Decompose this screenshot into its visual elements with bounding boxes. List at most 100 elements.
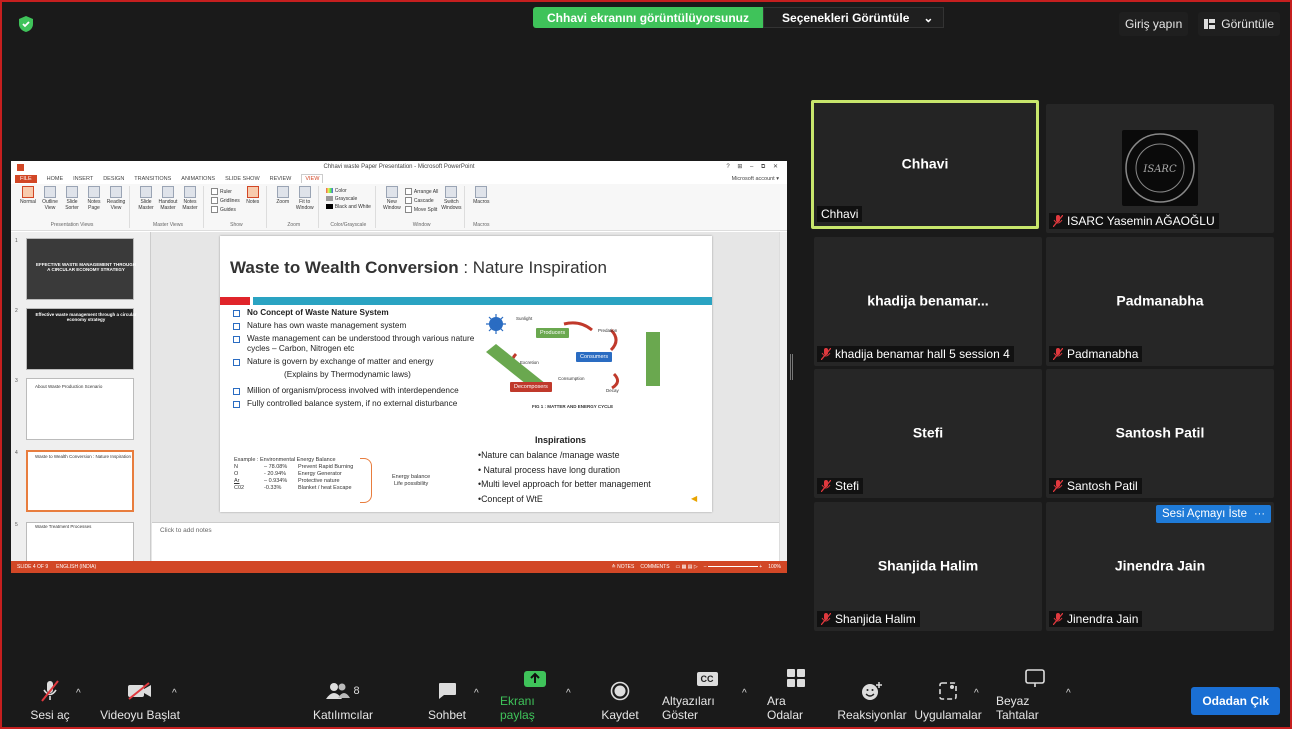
notes-page-button[interactable]: Notes Page <box>85 186 103 211</box>
view-button[interactable]: Görüntüle <box>1198 12 1280 36</box>
ppt-tab-file[interactable]: FILE <box>15 174 37 183</box>
reactions-button[interactable]: Reaksiyonlar <box>837 669 907 727</box>
guides-checkbox[interactable]: Guides <box>211 206 240 213</box>
microphone-muted-icon <box>821 613 831 625</box>
show-captions-button[interactable]: CC Altyazıları Göster <box>662 669 752 727</box>
ppt-window-controls[interactable]: ? ⊞ – ⧉ ✕ <box>726 163 781 171</box>
audio-options-caret-icon[interactable]: ^ <box>76 688 81 699</box>
panel-resize-handle[interactable] <box>790 354 793 380</box>
switch-windows-icon <box>445 186 458 198</box>
black-white-button[interactable]: Black and White <box>326 204 371 210</box>
zoom-slider[interactable]: – + <box>704 564 762 570</box>
notes-status-button[interactable]: ≙ NOTES <box>612 564 635 570</box>
fit-to-window-button[interactable]: Fit to Window <box>296 186 314 211</box>
slide-master-button[interactable]: Slide Master <box>137 186 155 211</box>
breakout-rooms-label: Ara Odalar <box>767 694 804 722</box>
chat-options-caret-icon[interactable]: ^ <box>474 688 479 699</box>
ppt-ribbon-tabs: FILE HOME INSERT DESIGN TRANSITIONS ANIM… <box>11 173 787 184</box>
ppt-tab-view[interactable]: VIEW <box>301 174 324 183</box>
vertical-scrollbar[interactable] <box>779 232 787 561</box>
slide-sorter-button[interactable]: Slide Sorter <box>63 186 81 211</box>
participant-label: Chhavi <box>817 206 863 222</box>
ppt-tab-slideshow[interactable]: SLIDE SHOW <box>225 176 260 182</box>
view-switch-icons[interactable]: ▭ ▦ ▤ ▷ <box>676 564 698 570</box>
ruler-checkbox[interactable]: Ruler <box>211 188 240 195</box>
smiley-plus-icon <box>861 680 883 702</box>
view-options-button[interactable]: Seçenekleri Görüntüle ⌄ <box>763 7 945 28</box>
arrange-all-button[interactable]: Arrange All <box>405 188 438 195</box>
start-video-button[interactable]: Videoyu Başlat <box>100 669 180 727</box>
meeting-toolbar: Sesi aç ^ Videoyu Başlat ^ 8 Katılımcıla… <box>2 669 1290 727</box>
video-options-caret-icon[interactable]: ^ <box>172 688 177 699</box>
outline-view-icon <box>44 186 56 198</box>
cascade-button[interactable]: Cascade <box>405 197 438 204</box>
ppt-tab-animations[interactable]: ANIMATIONS <box>181 176 215 182</box>
isarc-logo: ISARC <box>1122 130 1198 206</box>
microphone-muted-icon <box>41 680 59 702</box>
participants-button[interactable]: 8 Katılımcılar <box>312 669 374 727</box>
participant-tile[interactable]: khadija benamar... khadija benamar hall … <box>814 237 1042 366</box>
participants-icon: 8 <box>326 680 360 702</box>
ppt-status-bar: SLIDE 4 OF 9 ENGLISH (INDIA) ≙ NOTES COM… <box>11 561 787 573</box>
chat-button[interactable]: Sohbet <box>426 669 468 727</box>
bullet: No Concept of Waste Nature System <box>232 308 477 318</box>
shared-screen[interactable]: Chhavi waste Paper Presentation - Micros… <box>11 161 787 573</box>
macros-button[interactable]: Macros <box>472 186 490 206</box>
gridlines-checkbox[interactable]: Gridlines <box>211 197 240 204</box>
example-heading: Example : Environmental Energy Balance <box>234 457 336 463</box>
whiteboards-options-caret-icon[interactable]: ^ <box>1066 688 1071 699</box>
ppt-tab-review[interactable]: REVIEW <box>270 176 292 182</box>
ppt-tab-home[interactable]: HOME <box>47 176 64 182</box>
new-window-button[interactable]: New Window <box>383 186 401 211</box>
security-shield-icon[interactable] <box>18 15 34 33</box>
ppt-account[interactable]: Microsoft account ▾ <box>732 176 779 182</box>
ppt-tab-transitions[interactable]: TRANSITIONS <box>134 176 171 182</box>
slide-thumbnails-pane[interactable]: 1 EFFECTIVE WASTE MANAGEMENT THROUGH A C… <box>11 232 151 573</box>
notes-master-button[interactable]: Notes Master <box>181 186 199 211</box>
share-screen-button[interactable]: Ekranı paylaş <box>500 669 570 727</box>
leave-meeting-button[interactable]: Odadan Çık <box>1191 687 1280 715</box>
record-label: Kaydet <box>601 708 639 722</box>
bullet: Waste management can be understood throu… <box>232 334 477 354</box>
color-button[interactable]: Color <box>326 188 371 194</box>
zoom-level[interactable]: 100% <box>768 564 781 570</box>
apps-options-caret-icon[interactable]: ^ <box>974 688 979 699</box>
comments-status-button[interactable]: COMMENTS <box>640 564 669 570</box>
more-options-button[interactable]: ··· <box>1248 505 1271 523</box>
brace-shape <box>360 458 372 503</box>
inspiration-item: •Nature can balance /manage waste <box>478 450 620 460</box>
notes-toggle-button[interactable]: Notes <box>244 186 262 206</box>
apps-button[interactable]: Uygulamalar <box>914 669 982 727</box>
normal-view-button[interactable]: Normal <box>19 186 37 206</box>
outline-view-button[interactable]: Outline View <box>41 186 59 211</box>
ppt-tab-design[interactable]: DESIGN <box>103 176 124 182</box>
ask-to-unmute-button[interactable]: Sesi Açmayı İste <box>1156 505 1254 523</box>
share-options-caret-icon[interactable]: ^ <box>566 688 571 699</box>
whiteboards-button[interactable]: Beyaz Tahtalar <box>996 669 1074 727</box>
thumbnail-image <box>26 450 134 512</box>
zoom-button[interactable]: Zoom <box>274 186 292 206</box>
handout-master-button[interactable]: Handout Master <box>159 186 177 211</box>
breakout-rooms-button[interactable]: Ara Odalar <box>767 669 825 727</box>
record-button[interactable]: Kaydet <box>598 669 642 727</box>
switch-windows-button[interactable]: Switch Windows <box>441 186 462 211</box>
participant-tile[interactable]: Stefi Stefi <box>814 369 1042 498</box>
signin-button[interactable]: Giriş yapın <box>1118 12 1189 36</box>
matter-energy-cycle-diagram: Producers Consumers Decomposers Sunlight… <box>476 314 700 406</box>
notes-pane[interactable]: Click to add notes <box>152 522 779 561</box>
reading-view-button[interactable]: Reading View <box>107 186 125 211</box>
audio-speaker-icon[interactable]: ◀ <box>691 494 700 503</box>
participant-tile[interactable]: Shanjida Halim Shanjida Halim <box>814 502 1042 631</box>
unmute-button[interactable]: Sesi aç <box>30 669 70 727</box>
participant-tile[interactable]: Padmanabha Padmanabha <box>1046 237 1274 366</box>
ppt-tab-insert[interactable]: INSERT <box>73 176 93 182</box>
move-split-button[interactable]: Move Split <box>405 206 438 213</box>
participant-tile-active-speaker[interactable]: Chhavi Chhavi <box>811 100 1039 229</box>
apps-label: Uygulamalar <box>914 708 982 722</box>
participant-tile[interactable]: Santosh Patil Santosh Patil <box>1046 369 1274 498</box>
slide-editor[interactable]: Waste to Wealth Conversion : Nature Insp… <box>152 232 779 522</box>
current-slide[interactable]: Waste to Wealth Conversion : Nature Insp… <box>220 236 712 512</box>
participant-tile[interactable]: ISARC ISARC Yasemin AĞAOĞLU <box>1046 104 1274 233</box>
grayscale-button[interactable]: Grayscale <box>326 196 371 202</box>
captions-options-caret-icon[interactable]: ^ <box>742 688 747 699</box>
